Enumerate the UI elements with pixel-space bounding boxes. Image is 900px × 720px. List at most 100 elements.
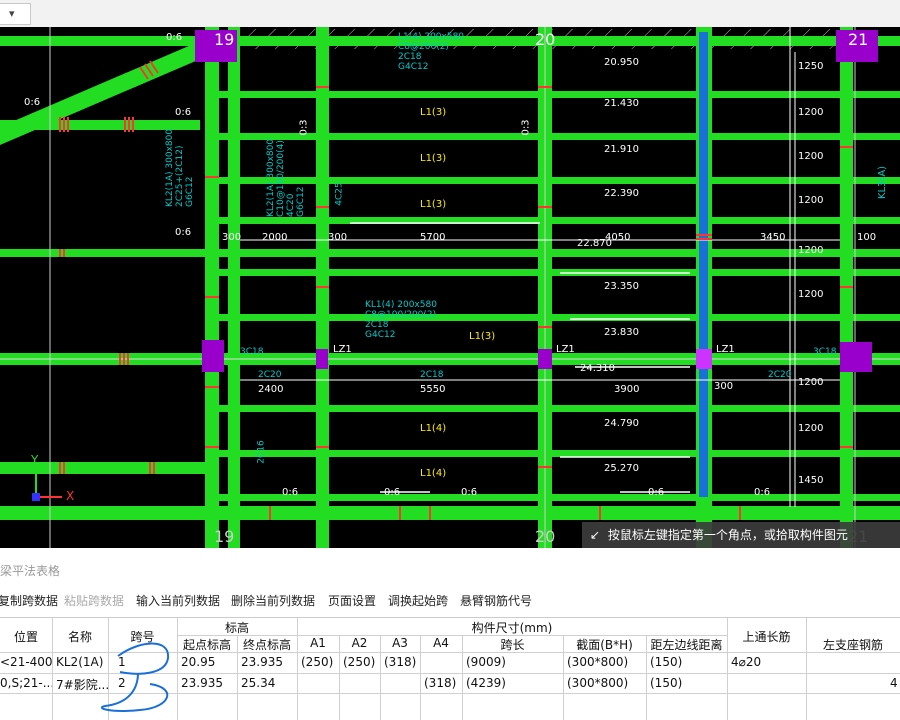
rebar-note-3c18-b: 3C18 — [813, 347, 837, 357]
cell-a1[interactable]: (250) — [301, 655, 339, 669]
view-dropdown[interactable]: ▾ — [0, 3, 31, 25]
beam-label-l1-3: L1(3) — [420, 199, 447, 210]
beam-label-l1-4: L1(3) — [469, 331, 496, 342]
dim-5700: 5700 — [420, 232, 446, 243]
column-label-lz1-c: LZ1 — [716, 344, 735, 355]
axis-label-19-bottom: 19 — [214, 527, 235, 546]
cantilever-code-button[interactable]: 悬臂钢筋代号 — [460, 592, 532, 609]
cell-a2[interactable]: (250) — [343, 655, 380, 669]
cell-section[interactable]: (300*800) — [567, 655, 646, 669]
page-setup-button[interactable]: 页面设置 — [328, 592, 376, 609]
input-column-button[interactable]: 输入当前列数据 — [136, 592, 220, 609]
command-tip-text: 按鼠标左键指定第一个角点，或拾取构件图元 — [607, 528, 848, 542]
slope-7: 0:6 — [461, 487, 478, 498]
slope-11: 0:3 — [520, 119, 532, 136]
ucs-x-label: X — [66, 489, 75, 503]
cad-svg — [0, 27, 900, 548]
dim-100: 100 — [857, 232, 877, 243]
paste-span-button[interactable]: 粘贴跨数据 — [64, 592, 124, 609]
cell-left-seat-bar[interactable]: 4 — [890, 676, 900, 690]
spec-note-kl1: KL1(4) 200x580 C8@100/200(2) 2C18 G4C12 — [365, 300, 437, 340]
dim-1200-g: 1200 — [798, 423, 824, 434]
vertical-beams — [205, 27, 853, 548]
dim-1200-d: 1200 — [798, 245, 824, 256]
cell-top-through-bar[interactable]: 4⌀20 — [731, 655, 806, 669]
col-header-top-through-bar[interactable]: 上通长筋 — [727, 628, 806, 645]
panel-title: 梁平法表格 — [0, 564, 61, 578]
cell-left-distance[interactable]: (150) — [650, 655, 727, 669]
col-header-a1[interactable]: A1 — [297, 636, 339, 650]
slope-4: 0:6 — [175, 227, 192, 238]
spec-note-left: KL2(1A) 300x800 2C25+(2C12) G6C12 — [165, 128, 195, 207]
cell-position[interactable]: 0,S;21-... — [0, 676, 52, 690]
dim-1200-c: 1200 — [798, 195, 824, 206]
dim-3900: 3900 — [614, 384, 640, 395]
cell-section[interactable]: (300*800) — [567, 676, 646, 690]
col-header-a3[interactable]: A3 — [380, 636, 420, 650]
dim-1200-f: 1200 — [798, 377, 824, 388]
dim-1200-e: 1200 — [798, 289, 824, 300]
col-header-span-length[interactable]: 跨长 — [462, 636, 563, 653]
cell-span-length[interactable]: (4239) — [466, 676, 563, 690]
horizontal-beams — [0, 36, 900, 520]
hand-drawn-annotation — [101, 642, 170, 712]
rebar-note-2c16: 2C16 — [256, 440, 267, 464]
slope-5: 0:6 — [282, 487, 299, 498]
axis-label-20-bottom: 20 — [535, 527, 556, 546]
elev-5: 22.870 — [577, 238, 612, 249]
dim-300: 300 — [222, 232, 242, 243]
col-header-a2[interactable]: A2 — [339, 636, 380, 650]
slope-9: 0:6 — [754, 487, 771, 498]
spec-note-kl2: KL2(1A) 300x800 C10@100/200(4) 4C20 G6C1… — [266, 138, 306, 217]
delete-column-button[interactable]: 删除当前列数据 — [231, 592, 315, 609]
dim-2000: 2000 — [262, 232, 288, 243]
slope-2: 0:6 — [24, 97, 41, 108]
copy-span-button[interactable]: 复制跨数据 — [0, 592, 58, 609]
dim-5550: 5550 — [420, 384, 446, 395]
top-toolbar: ▾ — [0, 0, 900, 28]
slope-6: 0:6 — [384, 487, 401, 498]
dim-1250: 1250 — [798, 61, 824, 72]
col-header-section[interactable]: 截面(B*H) — [563, 636, 646, 653]
elev-3: 21.910 — [604, 144, 639, 155]
col-header-a4[interactable]: A4 — [420, 636, 462, 650]
dim-1200-b: 1200 — [798, 151, 824, 162]
elev-6: 23.350 — [604, 281, 639, 292]
ucs-y-label: Y — [31, 453, 39, 467]
cell-a4[interactable]: (318) — [424, 676, 462, 690]
dim-300-c: 300 — [714, 381, 734, 392]
select-corner-icon: ↙ — [589, 528, 601, 542]
rebar-note-2c20: 2C20 — [258, 370, 282, 380]
cell-left-distance[interactable]: (150) — [650, 676, 727, 690]
elev-2: 21.430 — [604, 98, 639, 109]
elev-8: 24.310 — [580, 363, 615, 374]
cell-span-length[interactable]: (9009) — [466, 655, 563, 669]
chevron-down-icon: ▾ — [9, 7, 15, 20]
beam-label-l1-6: L1(4) — [420, 468, 447, 479]
dim-1200-a: 1200 — [798, 107, 824, 118]
beam-label-l1-1: L1(3) — [420, 107, 447, 118]
elev-10: 25.270 — [604, 463, 639, 474]
slope-10: 0:3 — [298, 119, 310, 136]
col-header-left-distance[interactable]: 距左边线距离 — [646, 636, 727, 653]
swap-start-span-button[interactable]: 调换起始跨 — [388, 592, 448, 609]
beam-table: 位置 名称 跨号 标高 起点标高 终点标高 构件尺寸(mm) A1 A2 A3 … — [0, 617, 900, 720]
cell-a3[interactable]: (318) — [384, 655, 420, 669]
column-label-lz1-b: LZ1 — [556, 344, 575, 355]
column-label-lz1-a: LZ1 — [333, 344, 352, 355]
axis-label-20: 20 — [535, 30, 556, 49]
col-header-position[interactable]: 位置 — [0, 628, 52, 645]
slope-3: 0:6 — [175, 107, 192, 118]
cell-position[interactable]: <21-400 — [0, 655, 52, 669]
cad-drawing-canvas[interactable]: 19 20 21 19 20 21 300 2000 300 5700 4050… — [0, 27, 900, 548]
elev-4: 22.390 — [604, 188, 639, 199]
rebar-note-4c25: 4C25 — [334, 182, 345, 206]
rebar-note-2c18: 2C18 — [420, 370, 444, 380]
col-header-left-seat-bar[interactable]: 左支座钢筋 — [806, 636, 900, 653]
spec-note-top: L1(4) 200x580 C8@200(2) 2C18 G4C12 — [398, 32, 465, 72]
col-header-member-size[interactable]: 构件尺寸(mm) — [297, 619, 727, 636]
highlighted-beam — [699, 32, 708, 497]
dim-300-b: 300 — [328, 232, 348, 243]
elev-9: 24.790 — [604, 418, 639, 429]
dim-2400: 2400 — [258, 384, 284, 395]
